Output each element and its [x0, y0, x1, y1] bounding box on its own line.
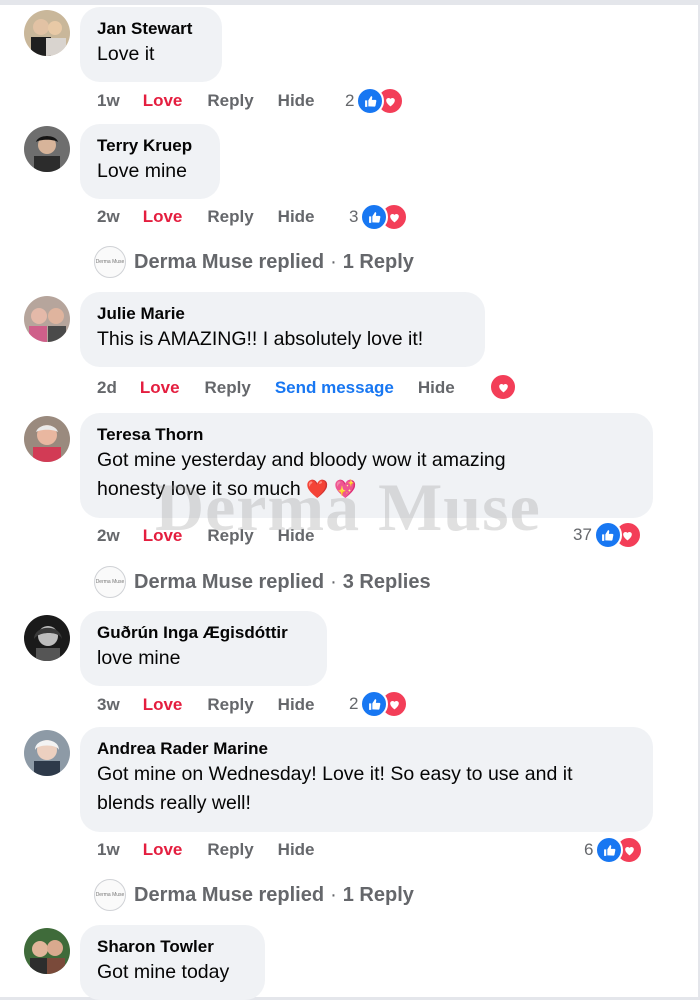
- comment-text: Love it: [97, 43, 155, 65]
- separator: ·: [330, 570, 337, 593]
- replied-label: Derma Muse replied: [134, 570, 325, 593]
- comment-actions: 1w Love Reply Hide: [97, 89, 315, 113]
- comment-bubble: Sharon Towler Got mine today: [80, 925, 265, 1000]
- commenter-name[interactable]: Sharon Towler: [97, 936, 248, 958]
- timestamp[interactable]: 3w: [97, 695, 120, 715]
- timestamp[interactable]: 2d: [97, 378, 117, 398]
- comment-bubble: Julie Marie This is AMAZING!! I absolute…: [80, 292, 485, 367]
- avatar[interactable]: [24, 126, 70, 172]
- page-avatar: Derma Muse: [94, 246, 126, 278]
- reaction-summary[interactable]: 2: [345, 87, 405, 115]
- reaction-summary[interactable]: 2: [349, 690, 409, 718]
- comment-text-line-2: honesty love it so much ❤️ 💖: [97, 478, 357, 500]
- commenter-name[interactable]: Julie Marie: [97, 303, 468, 325]
- timestamp[interactable]: 1w: [97, 840, 120, 860]
- commenter-name[interactable]: Teresa Thorn: [97, 424, 636, 446]
- page-avatar: Derma Muse: [94, 879, 126, 911]
- love-button[interactable]: Love: [143, 840, 183, 860]
- love-button[interactable]: Love: [143, 695, 183, 715]
- reaction-count: 3: [349, 207, 359, 226]
- top-divider: [0, 0, 700, 5]
- avatar[interactable]: [24, 730, 70, 776]
- view-replies-link[interactable]: Derma Muse Derma Muse replied · 3 Replie…: [94, 565, 431, 599]
- reaction-summary[interactable]: [489, 373, 517, 401]
- timestamp[interactable]: 1w: [97, 91, 120, 111]
- reply-button[interactable]: Reply: [207, 695, 253, 715]
- love-button[interactable]: Love: [143, 207, 183, 227]
- replied-label: Derma Muse replied: [134, 250, 325, 273]
- commenter-name[interactable]: Guðrún Inga Ægisdóttir: [97, 622, 310, 644]
- sparkling-heart-emoji: 💖: [334, 479, 357, 499]
- reaction-summary[interactable]: 3: [349, 203, 409, 231]
- love-button[interactable]: Love: [143, 91, 183, 111]
- comment-text: This is AMAZING!! I absolutely love it!: [97, 328, 424, 350]
- reply-count: 1 Reply: [342, 250, 414, 273]
- view-replies-link[interactable]: Derma Muse Derma Muse replied · 1 Reply: [94, 878, 414, 912]
- reply-button[interactable]: Reply: [207, 526, 253, 546]
- comment-bubble: Teresa Thorn Got mine yesterday and bloo…: [80, 413, 653, 518]
- reaction-summary[interactable]: 6: [584, 836, 644, 864]
- comment-text-line-1: Got mine on Wednesday! Love it! So easy …: [97, 763, 573, 785]
- hide-button[interactable]: Hide: [418, 378, 455, 398]
- comment-text: Love mine: [97, 160, 187, 182]
- comment-bubble: Andrea Rader Marine Got mine on Wednesda…: [80, 727, 653, 832]
- reply-count: 3 Replies: [342, 570, 431, 593]
- comment-text: love mine: [97, 647, 181, 669]
- love-button[interactable]: Love: [143, 526, 183, 546]
- comment-actions: 3w Love Reply Hide: [97, 693, 315, 717]
- page-avatar: Derma Muse: [94, 566, 126, 598]
- love-button[interactable]: Love: [140, 378, 180, 398]
- comment-text-line-2: blends really well!: [97, 792, 251, 814]
- avatar[interactable]: [24, 296, 70, 342]
- avatar[interactable]: [24, 928, 70, 974]
- avatar[interactable]: [24, 416, 70, 462]
- view-replies-link[interactable]: Derma Muse Derma Muse replied · 1 Reply: [94, 245, 414, 279]
- send-message-button[interactable]: Send message: [275, 378, 394, 398]
- commenter-name[interactable]: Terry Kruep: [97, 135, 203, 157]
- separator: ·: [330, 883, 337, 906]
- comment-actions: 1w Love Reply Hide: [97, 838, 315, 862]
- reply-button[interactable]: Reply: [207, 207, 253, 227]
- reaction-count: 2: [349, 694, 359, 713]
- replied-label: Derma Muse replied: [134, 883, 325, 906]
- timestamp[interactable]: 2w: [97, 526, 120, 546]
- comment-bubble: Jan Stewart Love it: [80, 7, 222, 82]
- hide-button[interactable]: Hide: [278, 526, 315, 546]
- comment-bubble: Terry Kruep Love mine: [80, 124, 220, 199]
- comment-text: Got mine today: [97, 961, 230, 983]
- reply-count: 1 Reply: [342, 883, 414, 906]
- reaction-count: 2: [345, 91, 355, 110]
- reply-button[interactable]: Reply: [207, 91, 253, 111]
- comment-bubble: Guðrún Inga Ægisdóttir love mine: [80, 611, 327, 686]
- reaction-count: 6: [584, 840, 594, 859]
- avatar[interactable]: [24, 10, 70, 56]
- avatar[interactable]: [24, 615, 70, 661]
- hide-button[interactable]: Hide: [278, 91, 315, 111]
- heart-emoji: ❤️: [306, 479, 329, 499]
- reply-button[interactable]: Reply: [207, 840, 253, 860]
- timestamp[interactable]: 2w: [97, 207, 120, 227]
- comment-actions: 2w Love Reply Hide: [97, 524, 315, 548]
- reply-button[interactable]: Reply: [205, 378, 251, 398]
- comment-actions: 2w Love Reply Hide: [97, 205, 315, 229]
- commenter-name[interactable]: Andrea Rader Marine: [97, 738, 636, 760]
- reaction-count: 37: [573, 525, 592, 544]
- heart-icon: [489, 373, 517, 401]
- comment-actions: 2d Love Reply Send message Hide: [97, 376, 455, 400]
- reaction-summary[interactable]: 37: [573, 521, 642, 549]
- commenter-name[interactable]: Jan Stewart: [97, 18, 205, 40]
- separator: ·: [330, 250, 337, 273]
- hide-button[interactable]: Hide: [278, 207, 315, 227]
- comment-text-line-1: Got mine yesterday and bloody wow it ama…: [97, 449, 506, 471]
- like-icon: [593, 521, 622, 549]
- hide-button[interactable]: Hide: [278, 840, 315, 860]
- hide-button[interactable]: Hide: [278, 695, 315, 715]
